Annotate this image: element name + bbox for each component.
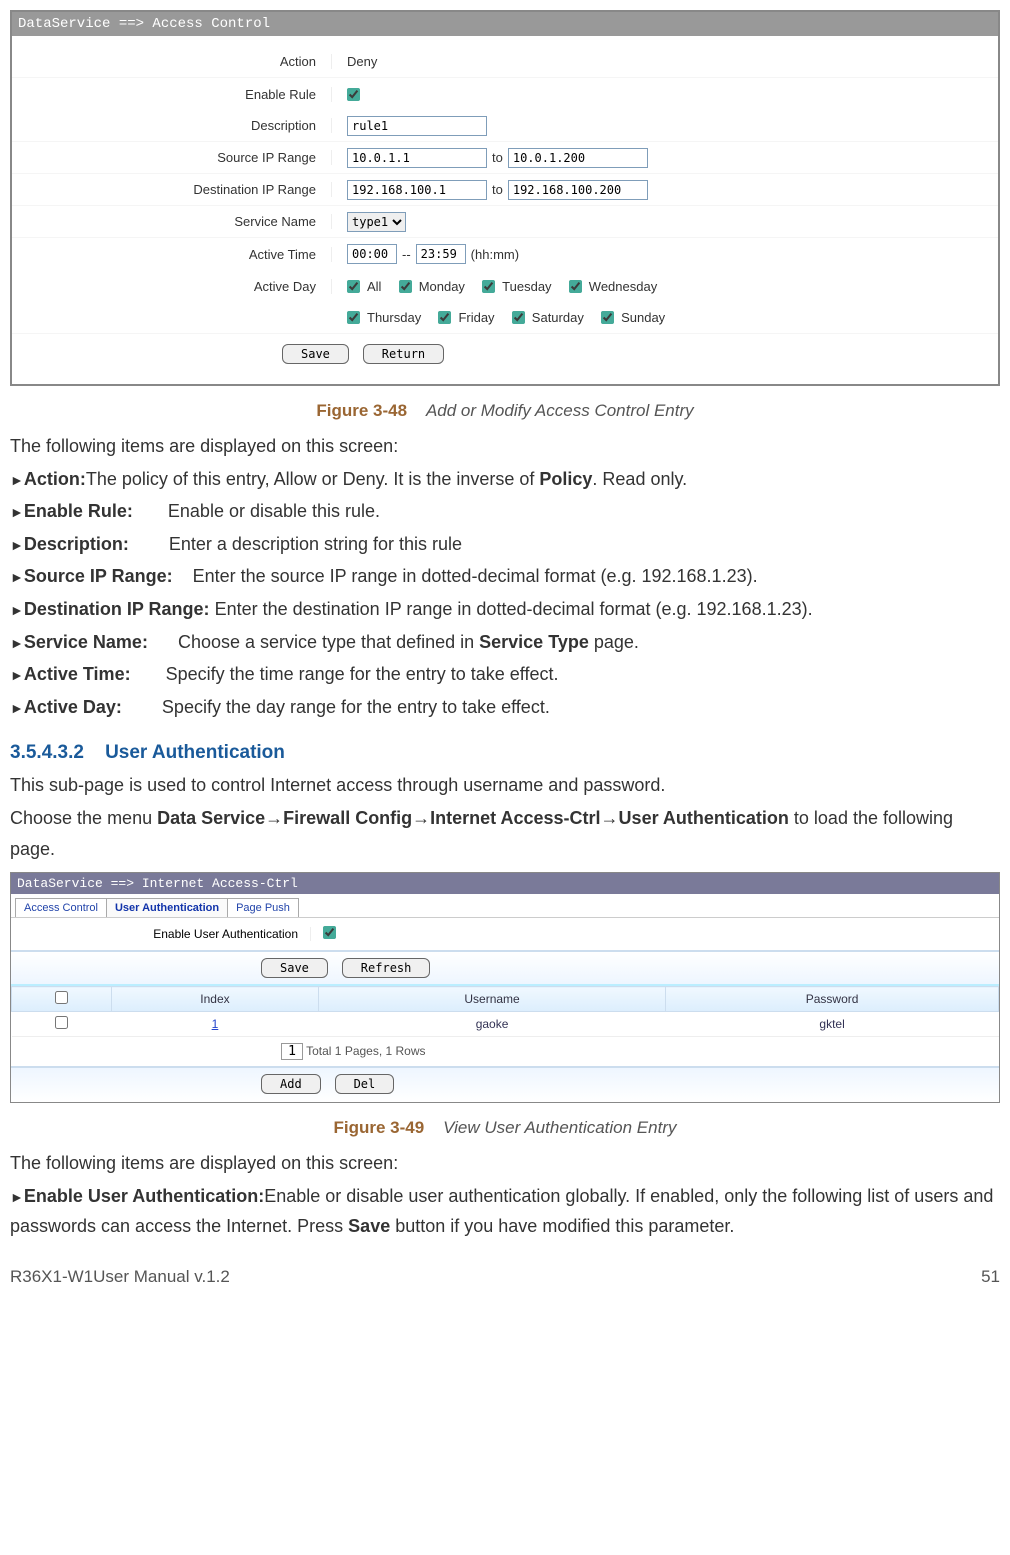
figure-title-2: View User Authentication Entry: [443, 1118, 676, 1137]
action-label: Action: [12, 54, 332, 69]
tabs: Access Control User Authentication Page …: [11, 894, 999, 918]
row-username: gaoke: [318, 1012, 665, 1037]
time-hint: (hh:mm): [471, 247, 519, 262]
day-wed-label: Wednesday: [589, 279, 657, 294]
active-time-label: Active Time: [12, 247, 332, 262]
service-name-label: Service Name: [12, 214, 332, 229]
paging-text: Total 1 Pages, 1 Rows: [306, 1044, 425, 1058]
section-heading: 3.5.4.3.2 User Authentication: [10, 742, 1000, 764]
day-fri-checkbox[interactable]: [438, 311, 451, 324]
day-mon-checkbox[interactable]: [399, 280, 412, 293]
dest-ip-from-input[interactable]: [347, 180, 487, 200]
list-item: ►Destination IP Range: Enter the destina…: [10, 594, 1000, 625]
select-all-checkbox[interactable]: [55, 991, 68, 1004]
row-checkbox[interactable]: [55, 1016, 68, 1029]
day-sat-checkbox[interactable]: [512, 311, 525, 324]
time-to-input[interactable]: [416, 244, 466, 264]
add-button[interactable]: Add: [261, 1074, 321, 1094]
col-username: Username: [318, 987, 665, 1012]
paging-info: Total 1 Pages, 1 Rows: [11, 1037, 999, 1066]
to-label-2: to: [492, 182, 503, 197]
save-button-2[interactable]: Save: [261, 958, 328, 978]
row-index[interactable]: 1: [112, 1012, 319, 1037]
col-index: Index: [112, 987, 319, 1012]
enable-user-auth-label: Enable User Authentication: [11, 927, 311, 941]
active-day-label: Active Day: [12, 279, 332, 294]
save-button[interactable]: Save: [282, 344, 349, 364]
service-name-select[interactable]: type1: [347, 212, 406, 232]
intro-text-1: The following items are displayed on thi…: [10, 431, 1000, 462]
footer-page-number: 51: [981, 1267, 1000, 1287]
access-control-form-screenshot: DataService ==> Access Control Action De…: [10, 10, 1000, 386]
paragraph: This sub-page is used to control Interne…: [10, 770, 1000, 801]
dest-ip-to-input[interactable]: [508, 180, 648, 200]
day-fri-label: Friday: [458, 310, 494, 325]
user-table: Index Username Password 1 gaoke gktel: [11, 986, 999, 1037]
day-tue-checkbox[interactable]: [482, 280, 495, 293]
list-item: ►Enable Rule: Enable or disable this rul…: [10, 496, 1000, 527]
time-from-input[interactable]: [347, 244, 397, 264]
figure-caption-1: Figure 3-48 Add or Modify Access Control…: [10, 401, 1000, 421]
to-label: to: [492, 150, 503, 165]
footer-left: R36X1-W1User Manual v.1.2: [10, 1267, 230, 1287]
source-ip-label: Source IP Range: [12, 150, 332, 165]
return-button[interactable]: Return: [363, 344, 444, 364]
enable-rule-checkbox[interactable]: [347, 88, 360, 101]
user-auth-screenshot: DataService ==> Internet Access-Ctrl Acc…: [10, 872, 1000, 1103]
tab-user-authentication[interactable]: User Authentication: [106, 898, 228, 917]
del-button[interactable]: Del: [335, 1074, 395, 1094]
paragraph: Choose the menu Data Service→Firewall Co…: [10, 803, 1000, 864]
action-value: Deny: [332, 54, 377, 69]
day-tue-label: Tuesday: [502, 279, 551, 294]
tab-access-control[interactable]: Access Control: [15, 898, 107, 917]
description-label: Description: [12, 118, 332, 133]
dest-ip-label: Destination IP Range: [12, 182, 332, 197]
figure-caption-2: Figure 3-49 View User Authentication Ent…: [10, 1118, 1000, 1138]
window-titlebar-2: DataService ==> Internet Access-Ctrl: [11, 873, 999, 894]
day-sat-label: Saturday: [532, 310, 584, 325]
list-item: ►Description: Enter a description string…: [10, 529, 1000, 560]
page-input[interactable]: [281, 1043, 303, 1060]
list-item: ►Active Time: Specify the time range for…: [10, 659, 1000, 690]
source-ip-from-input[interactable]: [347, 148, 487, 168]
figure-label-2: Figure 3-49: [333, 1118, 424, 1137]
time-separator: --: [402, 247, 411, 262]
figure-title: Add or Modify Access Control Entry: [426, 401, 694, 420]
table-row: 1 gaoke gktel: [12, 1012, 999, 1037]
day-mon-label: Monday: [419, 279, 465, 294]
tab-page-push[interactable]: Page Push: [227, 898, 299, 917]
refresh-button[interactable]: Refresh: [342, 958, 431, 978]
day-all-label: All: [367, 279, 381, 294]
description-input[interactable]: [347, 116, 487, 136]
list-item: ►Source IP Range: Enter the source IP ra…: [10, 561, 1000, 592]
source-ip-to-input[interactable]: [508, 148, 648, 168]
enable-user-auth-checkbox[interactable]: [323, 926, 336, 939]
day-wed-checkbox[interactable]: [569, 280, 582, 293]
window-titlebar: DataService ==> Access Control: [12, 12, 998, 36]
day-thu-label: Thursday: [367, 310, 421, 325]
day-all-checkbox[interactable]: [347, 280, 360, 293]
day-sun-label: Sunday: [621, 310, 665, 325]
list-item: ►Active Day: Specify the day range for t…: [10, 692, 1000, 723]
list-item: ►Service Name: Choose a service type tha…: [10, 627, 1000, 658]
list-item: ►Action:The policy of this entry, Allow …: [10, 464, 1000, 495]
col-password: Password: [666, 987, 999, 1012]
list-item: ►Enable User Authentication:Enable or di…: [10, 1181, 1000, 1242]
figure-label: Figure 3-48: [316, 401, 407, 420]
row-password: gktel: [666, 1012, 999, 1037]
day-sun-checkbox[interactable]: [601, 311, 614, 324]
day-thu-checkbox[interactable]: [347, 311, 360, 324]
page-footer: R36X1-W1User Manual v.1.2 51: [10, 1267, 1000, 1287]
enable-rule-label: Enable Rule: [12, 87, 332, 102]
intro-text-2: The following items are displayed on thi…: [10, 1148, 1000, 1179]
